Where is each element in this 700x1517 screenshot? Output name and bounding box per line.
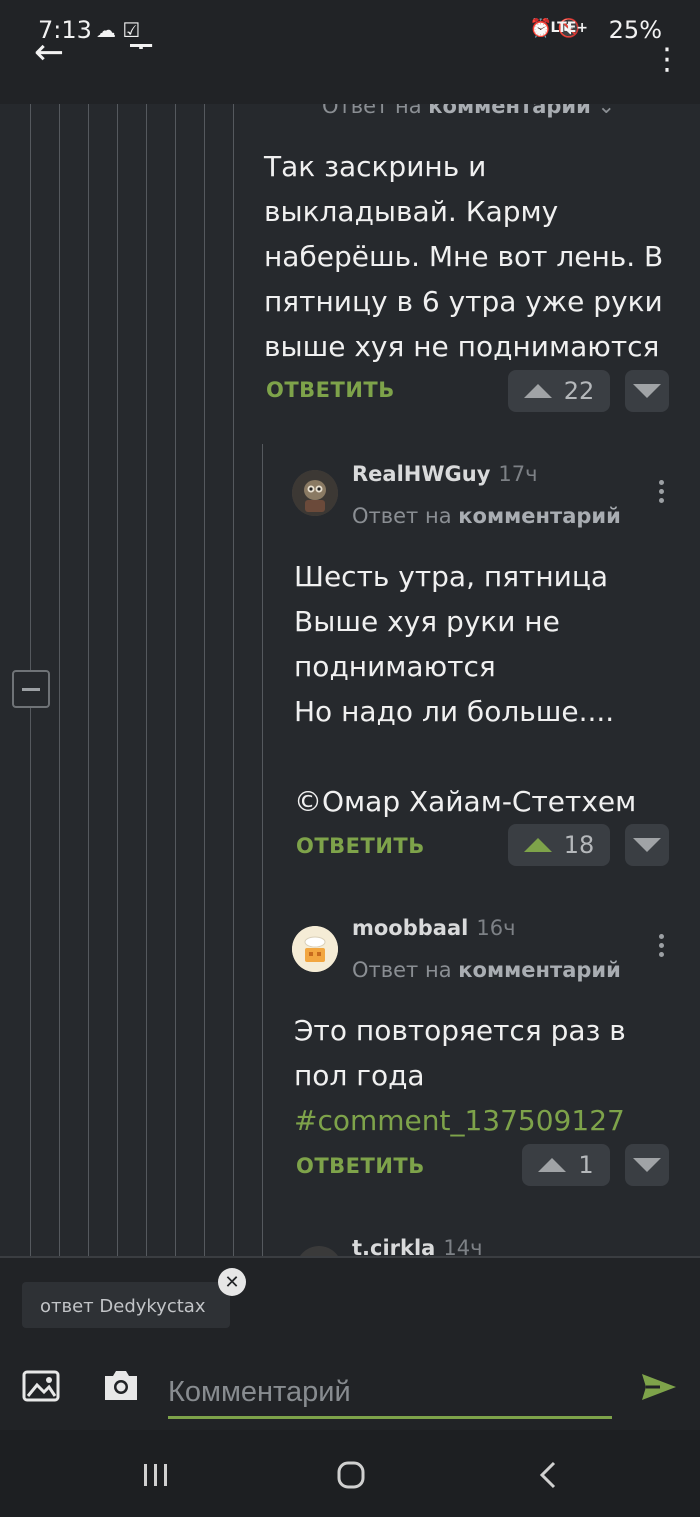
system-navigation-bar (0, 1430, 700, 1517)
comment-text: Шесть утра, пятница Выше хуя руки не под… (294, 560, 637, 818)
back-icon[interactable] (538, 1460, 558, 1494)
downvote-button[interactable] (625, 370, 669, 412)
reply-to[interactable]: Ответ на комментарий (352, 958, 621, 982)
comment-menu-icon[interactable] (659, 934, 665, 957)
hashtag-link[interactable]: #comment_137509127 (294, 1098, 626, 1143)
send-icon[interactable] (640, 1372, 678, 1406)
page-title: Такая вот закономерно... (130, 38, 610, 79)
downvote-button[interactable] (625, 1144, 669, 1186)
username[interactable]: moobbaal 16ч (352, 916, 515, 940)
reply-button[interactable]: ОТВЕТИТЬ (266, 378, 395, 402)
reply-chip-label: ответ Dedykyctax (40, 1296, 206, 1317)
downvote-icon (633, 384, 661, 398)
network-indicator: LTE+ (550, 20, 588, 36)
timestamp: 14ч (443, 1236, 483, 1256)
upvote-icon (523, 838, 552, 852)
camera-icon[interactable] (101, 1368, 141, 1406)
reply-to[interactable]: Ответ на комментарий (352, 504, 621, 528)
upvote-button[interactable]: 22 (508, 370, 610, 412)
reply-button[interactable]: ОТВЕТИТЬ (296, 1154, 425, 1178)
comment-composer: ответ Dedykyctax ✕ (0, 1256, 700, 1432)
image-icon[interactable] (22, 1370, 60, 1406)
comment-input[interactable] (168, 1368, 612, 1419)
top-bar: 7:13 ☁ ☑ ⏰ 🔇 LTE+ 25% ← Такая вот законо… (0, 0, 700, 104)
vote-count: 1 (578, 1151, 594, 1179)
home-icon[interactable] (336, 1460, 366, 1494)
back-arrow-icon[interactable]: ← (34, 32, 64, 73)
upvote-icon (538, 1158, 567, 1172)
timestamp: 16ч (476, 916, 516, 940)
more-options-icon[interactable]: ⋮ (652, 42, 682, 77)
collapse-thread-button[interactable] (12, 670, 50, 708)
avatar[interactable] (292, 926, 338, 972)
username[interactable]: t.cirkla 14ч (352, 1236, 483, 1256)
upvote-button[interactable]: 1 (522, 1144, 610, 1186)
vote-count: 18 (563, 831, 595, 859)
avatar[interactable] (292, 470, 338, 516)
downvote-button[interactable] (625, 824, 669, 866)
upvote-icon (523, 384, 552, 398)
battery-level: 25% (608, 16, 662, 44)
comment-text: Это повторяется раз в пол года #comment_… (294, 1008, 626, 1143)
comment-text: Так заскринь и выкладывай. Карму наберёш… (264, 150, 664, 363)
avatar[interactable] (296, 1246, 342, 1256)
reply-chip: ответ Dedykyctax (22, 1282, 230, 1328)
downvote-icon (633, 1158, 661, 1172)
username[interactable]: RealHWGuy 17ч (352, 462, 538, 486)
upvote-button[interactable]: 18 (508, 824, 610, 866)
close-icon[interactable]: ✕ (218, 1268, 246, 1296)
comment-menu-icon[interactable] (659, 480, 665, 503)
timestamp: 17ч (498, 462, 538, 486)
vote-count: 22 (563, 377, 595, 405)
reply-button[interactable]: ОТВЕТИТЬ (296, 834, 425, 858)
comment: t.cirkla 14ч (0, 1226, 700, 1256)
downvote-icon (633, 838, 661, 852)
recent-apps-icon[interactable] (142, 1462, 170, 1492)
